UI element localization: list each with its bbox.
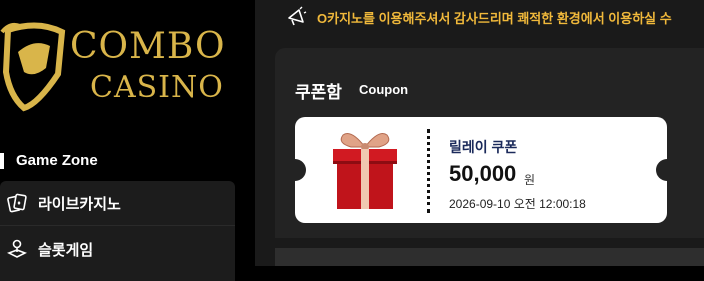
logo-text-combo: COMBO [70, 26, 226, 67]
coupon-name: 릴레이 쿠폰 [449, 139, 518, 155]
main-content: O카지노를 이용해주셔서 감사드리며 쾌적한 환경에서 이용하실 수 쿠폰함 C… [255, 0, 704, 266]
coupon-amount: 50,000 [449, 161, 517, 186]
game-menu: 라이브카지노 슬롯게임 [0, 181, 235, 281]
notice-text: O카지노를 이용해주셔서 감사드리며 쾌적한 환경에서 이용하실 수 [317, 11, 672, 26]
sidebar-item-label: 슬롯게임 [38, 241, 94, 259]
next-section [275, 248, 704, 266]
ticket-notch-left [295, 159, 306, 181]
notice-bar: O카지노를 이용해주셔서 감사드리며 쾌적한 환경에서 이용하실 수 [255, 0, 704, 32]
gift-box-icon [333, 133, 397, 209]
logo-text-casino: CASINO [90, 70, 224, 105]
menu-divider [0, 225, 235, 226]
joystick-icon [7, 239, 27, 258]
ticket-notch-right [656, 159, 667, 181]
combo-casino-logo[interactable]: COMBO CASINO [0, 12, 230, 112]
cards-icon [7, 193, 27, 213]
coupon-card[interactable]: 릴레이 쿠폰 50,000 원 2026-09-10 오전 12:00:18 [295, 117, 667, 223]
lion-emblem-icon [0, 22, 66, 112]
coupon-divider [427, 129, 430, 213]
coupon-date: 2026-09-10 오전 12:00:18 [449, 197, 586, 211]
sidebar-item-label: 라이브카지노 [38, 195, 121, 213]
sidebar: COMBO CASINO Game Zone 라이브카지노 슬롯게임 [0, 0, 255, 281]
section-marker [0, 153, 4, 169]
coupon-unit: 원 [524, 173, 536, 187]
game-zone-title: Game Zone [16, 152, 98, 169]
megaphone-icon [288, 6, 307, 26]
sidebar-item-live-casino[interactable]: 라이브카지노 [0, 181, 235, 225]
page-subtitle: Coupon [359, 82, 409, 97]
page-title: 쿠폰함 [295, 83, 342, 102]
sidebar-item-slot-game[interactable]: 슬롯게임 [0, 227, 235, 271]
